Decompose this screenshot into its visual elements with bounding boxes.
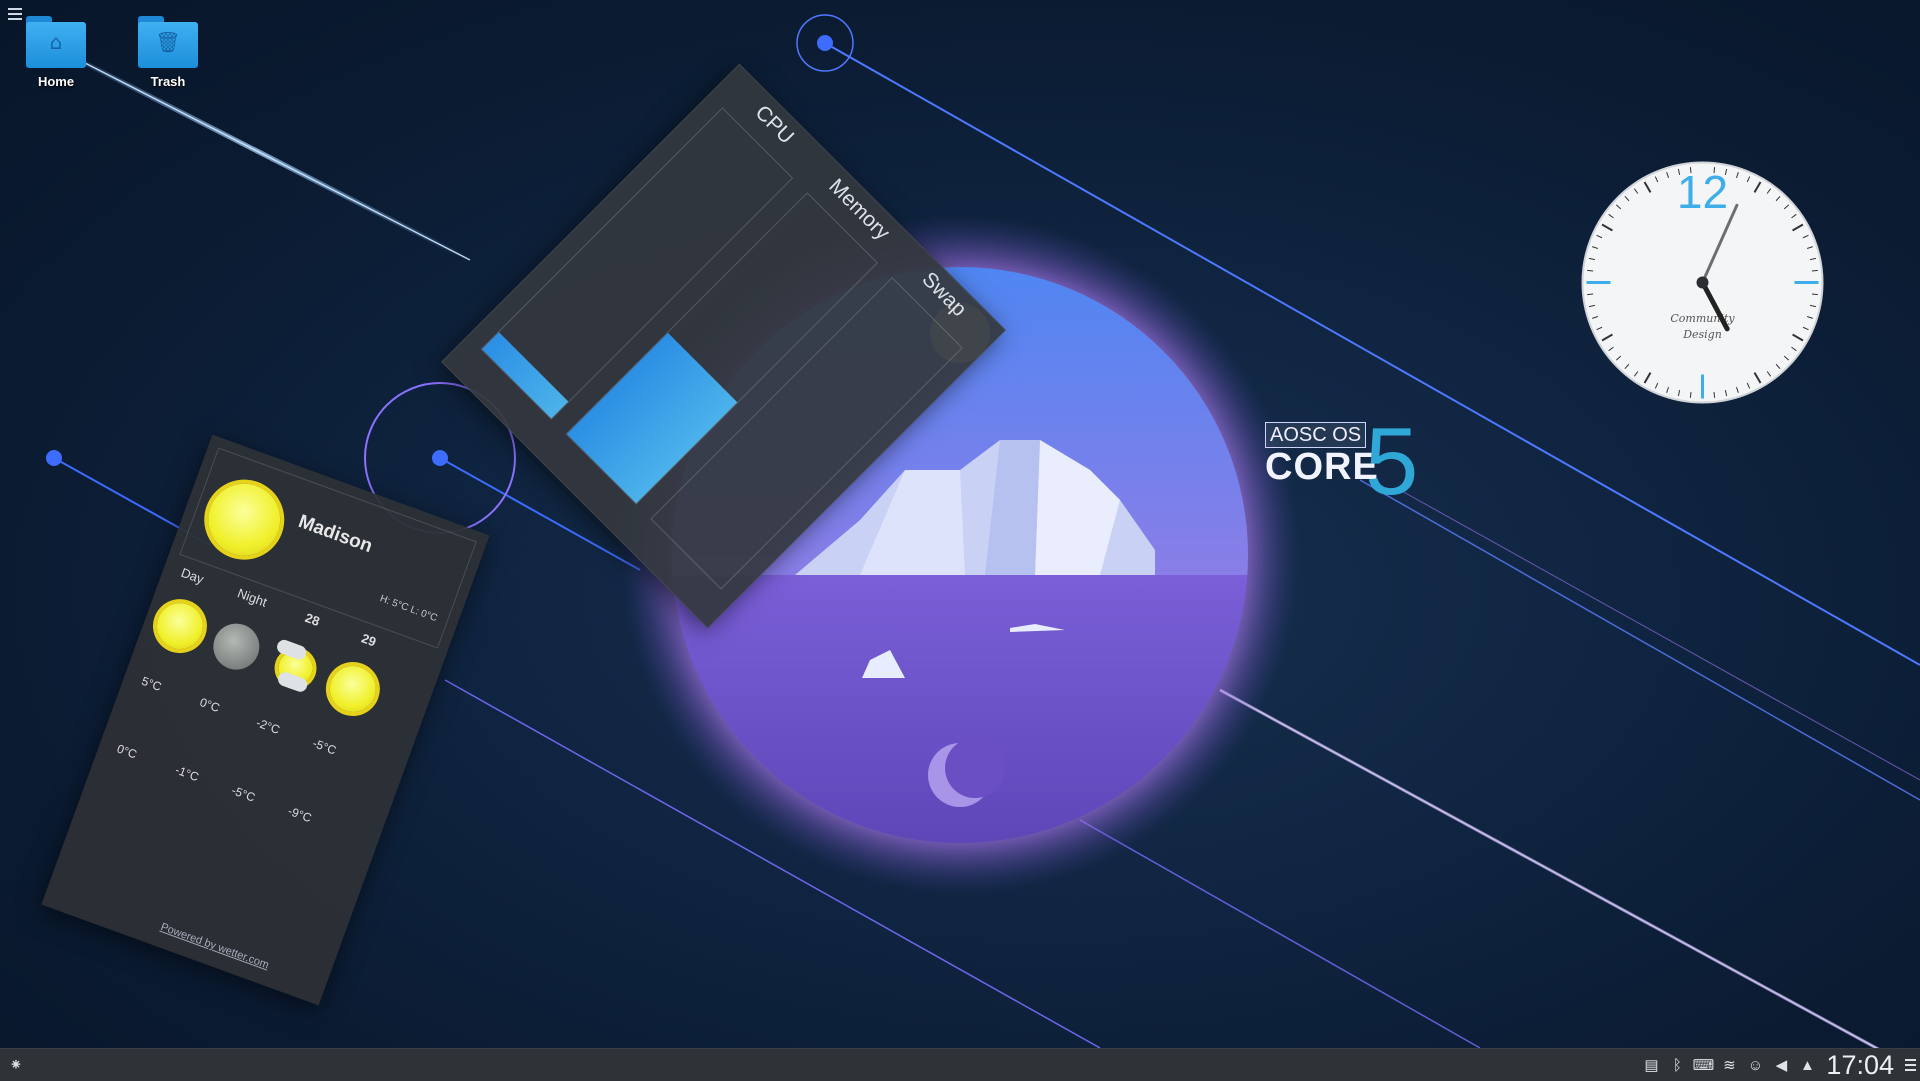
clock-tick	[1811, 269, 1818, 272]
sun-icon	[198, 473, 291, 566]
logo-version: 5	[1365, 408, 1419, 515]
forecast-high: -5°C	[310, 736, 339, 758]
weather-date: 29	[359, 630, 379, 650]
weather-day-label: Day	[179, 564, 206, 587]
forecast-high: 0°C	[197, 695, 222, 716]
desktop-icon-label: Home	[37, 74, 75, 89]
weather-high-low: H: 5°C L: 0°C	[378, 593, 439, 625]
weather-city: Madison	[295, 511, 376, 558]
sun-icon	[323, 659, 383, 719]
bluetooth-icon[interactable]: ᛒ	[1664, 1049, 1690, 1081]
cpu-usage-fill	[482, 332, 569, 419]
aosc-os-logo: AOSC OS CORE 5	[1265, 414, 1418, 510]
user-icon[interactable]: ☺	[1742, 1049, 1768, 1081]
expand-arrow-icon[interactable]: ▲	[1794, 1049, 1820, 1081]
system-tray: ▤ ᛒ ⌨ ≋ ☺ ◀ ▲ 17:04	[1638, 1049, 1920, 1081]
application-launcher-icon[interactable]: ⁕	[0, 1049, 32, 1081]
keyboard-icon[interactable]: ⌨	[1690, 1049, 1716, 1081]
clock-tick	[1587, 293, 1594, 296]
clock-tick	[1587, 269, 1594, 272]
forecast-low: -5°C	[229, 783, 258, 805]
home-folder-icon: ⌂	[26, 16, 86, 68]
forecast-low: -1°C	[173, 762, 201, 785]
clock-numeral-12: 12	[1677, 166, 1728, 218]
forecast-high: -2°C	[254, 715, 282, 737]
clipboard-icon[interactable]: ▤	[1638, 1049, 1664, 1081]
volume-icon[interactable]: ◀	[1768, 1049, 1794, 1081]
sun-cloud-icon	[266, 637, 325, 698]
desktop-icon-trash[interactable]: 🗑 Trash	[122, 16, 214, 89]
moon-icon	[206, 617, 266, 677]
desktop-icon-label: Trash	[150, 74, 186, 89]
weather-date: 28	[303, 609, 322, 630]
clock-tick	[1713, 391, 1716, 398]
wifi-icon[interactable]: ≋	[1716, 1049, 1742, 1081]
trash-folder-icon: 🗑	[138, 16, 198, 68]
logo-aosc-os: AOSC OS	[1265, 422, 1367, 448]
logo-core: CORE	[1265, 446, 1379, 488]
sun-icon	[150, 596, 210, 656]
clock-brand: Design	[1682, 328, 1722, 341]
forecast-low: -9°C	[286, 803, 314, 826]
forecast-high: 5°C	[139, 673, 164, 694]
taskbar: ⁕ ▤ ᛒ ⌨ ≋ ☺ ◀ ▲ 17:04	[0, 1048, 1920, 1081]
analog-clock-widget[interactable]: 12 Community Design	[1580, 160, 1825, 405]
weather-night-label: Night	[235, 585, 270, 610]
taskbar-clock[interactable]: 17:04	[1820, 1050, 1900, 1081]
forecast-low: 0°C	[115, 741, 139, 762]
panel-menu-icon[interactable]	[1900, 1049, 1920, 1081]
clock-tick	[1811, 293, 1818, 296]
swap-usage-fill	[651, 518, 722, 589]
desktop-icon-home[interactable]: ⌂ Home	[10, 16, 102, 89]
clock-tick	[1689, 391, 1692, 398]
